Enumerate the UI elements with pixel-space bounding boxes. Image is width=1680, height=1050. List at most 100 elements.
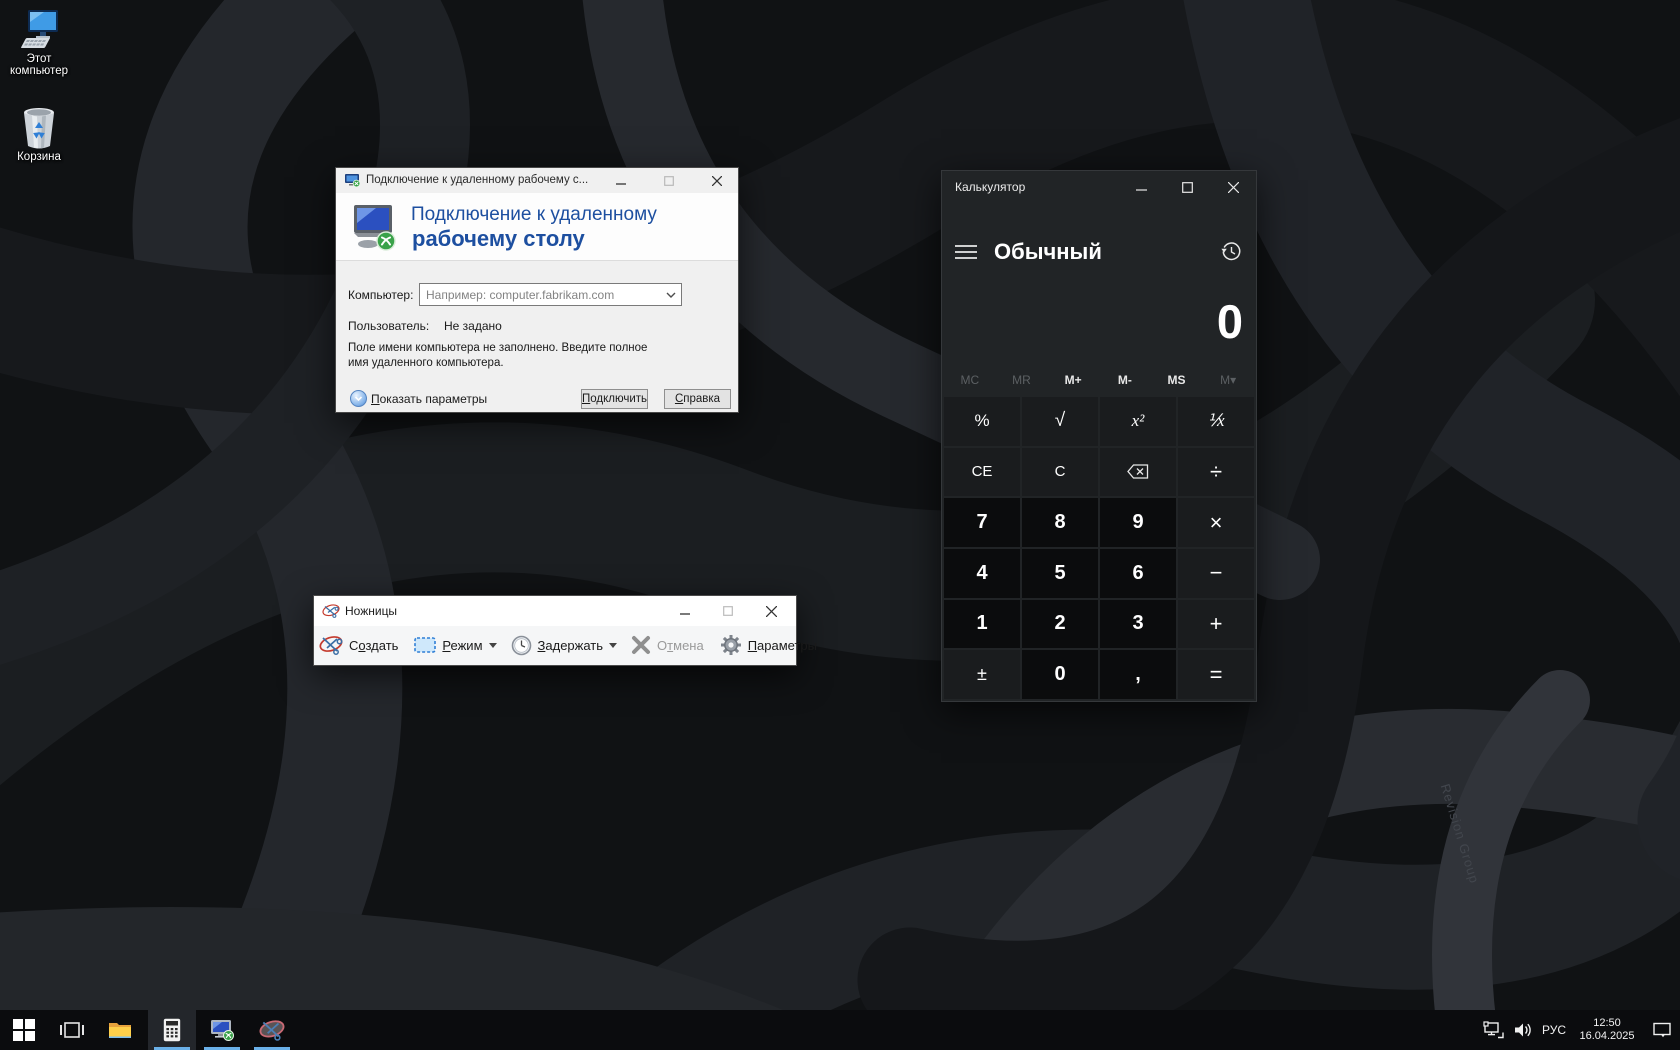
rdp-show-options-link[interactable]: Показать параметры [371,392,487,406]
key-0[interactable]: 0 [1022,650,1098,699]
snip-delay-button[interactable]: Задержать [511,635,618,656]
memory-subtract-button[interactable]: M- [1099,367,1151,393]
action-center-icon[interactable] [1652,1021,1672,1039]
key-decimal[interactable]: , [1100,650,1176,699]
volume-icon[interactable] [1514,1021,1532,1039]
key-5[interactable]: 5 [1022,549,1098,598]
snipping-taskbar-button[interactable] [248,1010,296,1050]
key-7[interactable]: 7 [944,498,1020,547]
rdp-window-icon [345,174,360,188]
calculator-nav-row: Обычный [942,233,1256,273]
calculator-maximize-button[interactable] [1164,171,1210,203]
memory-add-button[interactable]: M+ [1047,367,1099,393]
rdp-dialog-window: Подключение к удаленному рабочему с... П… [335,167,739,413]
key-multiply[interactable]: × [1178,498,1254,547]
start-button[interactable] [0,1010,48,1050]
file-explorer-icon [109,1023,131,1038]
snipping-minimize-button[interactable] [663,596,706,626]
rdp-minimize-button[interactable] [604,168,638,193]
network-icon[interactable] [1483,1021,1504,1039]
snipping-titlebar[interactable]: Ножницы [314,596,796,626]
memory-recall-button: MR [1012,373,1031,387]
calculator-keypad: % √ x² ⅟x CE C ÷ 7 8 9 × 4 5 6 − 1 2 3 +… [944,397,1254,699]
desktop-icon-this-pc[interactable]: Этот компьютер [1,8,77,77]
chevron-down-icon[interactable] [661,284,681,305]
key-9[interactable]: 9 [1100,498,1176,547]
key-clear-entry[interactable]: CE [944,447,1020,497]
calculator-minimize-button[interactable] [1118,171,1164,203]
key-sqrt[interactable]: √ [1022,397,1098,446]
calculator-mode-title: Обычный [994,239,1102,264]
desktop-icon-label: Корзина [17,151,61,163]
taskbar-clock[interactable]: 12:50 16.04.2025 [1576,1017,1638,1043]
cancel-x-icon [632,636,651,654]
snipping-maximize-button [706,596,749,626]
snipping-close-button[interactable] [750,596,793,626]
key-3[interactable]: 3 [1100,599,1176,649]
snip-mode-button[interactable]: Режим [414,637,497,653]
rdp-taskbar-button[interactable] [198,1010,246,1050]
rdp-titlebar[interactable]: Подключение к удаленному рабочему с... [336,168,738,193]
key-subtract[interactable]: − [1178,549,1254,598]
rdp-header-banner: Подключение к удаленному рабочему столу [336,193,738,261]
options-gear-icon [720,635,741,655]
rdp-maximize-button [652,168,686,193]
taskbar: РУС 12:50 16.04.2025 [0,1010,1680,1050]
key-divide[interactable]: ÷ [1178,447,1254,497]
rdp-computer-combobox[interactable] [419,283,682,306]
key-4[interactable]: 4 [944,549,1020,598]
key-percent[interactable]: % [944,397,1020,446]
task-view-button[interactable] [48,1010,96,1050]
rdp-header-line2: рабочему столу [412,226,585,251]
calculator-taskbar-button[interactable] [148,1010,196,1050]
key-reciprocal[interactable]: ⅟x [1178,397,1254,446]
key-clear[interactable]: C [1022,447,1098,497]
rdp-connect-button[interactable]: Подключить [581,389,648,409]
key-8[interactable]: 8 [1022,498,1098,547]
snip-options-button[interactable]: Параметры [720,634,817,656]
rdp-computer-input[interactable] [420,287,661,302]
menu-icon[interactable] [955,244,977,260]
snipping-tool-window: Ножницы Создать Режим Задержать Отмена П… [313,595,817,666]
language-indicator[interactable]: РУС [1542,1023,1566,1037]
system-tray: РУС 12:50 16.04.2025 [1483,1010,1672,1050]
delay-dropdown-arrow-icon[interactable] [609,642,618,648]
rdp-window-title: Подключение к удаленному рабочему с... [366,174,589,186]
rdp-header-line1: Подключение к удаленному [411,204,657,225]
rdp-computer-label: Компьютер: [348,288,414,302]
key-square[interactable]: x² [1100,397,1176,446]
mode-dropdown-arrow-icon[interactable] [488,642,497,648]
key-2[interactable]: 2 [1022,599,1098,649]
key-equals[interactable]: = [1178,650,1254,699]
start-icon [13,1019,35,1041]
desktop: Revision Group Этот компьютер Корзина По… [0,0,1680,1050]
snipping-toolbar: Создать Режим Задержать Отмена Параметры [314,626,817,664]
task-view-icon [60,1022,84,1038]
calculator-memory-row: MC MR M+ M- MS M▾ [944,367,1254,393]
rdp-info-line2: имя удаленного компьютера. [348,357,504,369]
snipping-tool-icon [322,604,340,618]
history-icon[interactable] [1221,241,1242,262]
recycle-bin-icon [24,108,54,149]
delay-clock-icon [511,635,531,655]
backspace-icon [1127,464,1149,480]
rdp-help-button[interactable]: Справка [664,389,731,409]
key-1[interactable]: 1 [944,599,1020,649]
calculator-window-title: Калькулятор [955,180,1026,194]
desktop-icon-recycle-bin[interactable]: Корзина [1,106,77,164]
calculator-display: 0 [1216,295,1243,348]
rdp-close-button[interactable] [700,168,734,193]
file-explorer-button[interactable] [96,1010,144,1050]
key-add[interactable]: + [1178,599,1254,649]
snip-new-button[interactable]: Создать [319,634,398,656]
key-negate[interactable]: ± [944,650,1020,699]
key-backspace[interactable] [1100,447,1176,497]
calculator-icon [163,1018,181,1042]
rdp-show-options-chevron-icon[interactable] [350,390,367,407]
key-6[interactable]: 6 [1100,549,1176,598]
calculator-titlebar[interactable]: Калькулятор [942,171,1256,203]
rdp-info-line1: Поле имени компьютера не заполнено. Введ… [348,342,648,354]
calculator-close-button[interactable] [1210,171,1256,203]
rdp-icon [211,1020,234,1041]
memory-store-button[interactable]: MS [1151,367,1203,393]
